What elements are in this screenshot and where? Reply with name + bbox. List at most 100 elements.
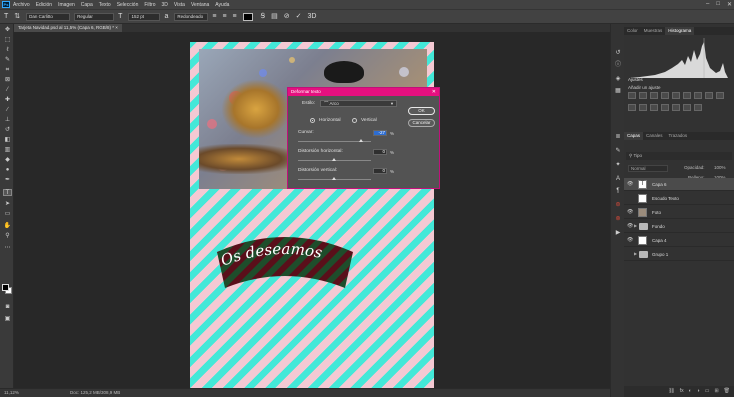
v-distortion-slider-thumb[interactable]: [332, 177, 336, 180]
quick-mask-icon[interactable]: ◙: [3, 304, 12, 311]
warp-text-icon[interactable]: Ꞩ: [261, 13, 265, 21]
document-tab[interactable]: Tarjeta Navidad.psd al 11,5% (Capa 6, RG…: [14, 24, 122, 32]
new-layer-icon[interactable]: ⊞: [714, 386, 718, 397]
style-select[interactable]: ⌒ Arco ▼: [320, 100, 397, 107]
blur-tool-icon[interactable]: ◆: [3, 157, 12, 164]
menu-item-imagen[interactable]: Imagen: [58, 2, 75, 8]
text-color-swatch[interactable]: [242, 12, 253, 21]
menu-item-texto[interactable]: Texto: [99, 2, 111, 8]
curves-icon[interactable]: [650, 92, 658, 99]
close-button[interactable]: ✕: [727, 1, 732, 8]
menu-item-edicion[interactable]: Edición: [36, 2, 52, 8]
channel-mixer-icon[interactable]: [628, 104, 636, 111]
new-group-icon[interactable]: ▭: [705, 386, 710, 397]
invert-icon[interactable]: [650, 104, 658, 111]
color-lookup-icon[interactable]: [639, 104, 647, 111]
chevron-right-icon[interactable]: ▶: [634, 223, 637, 228]
history-icon[interactable]: ↺: [614, 50, 622, 57]
paragraph-icon[interactable]: ¶: [614, 188, 622, 195]
hand-tool-icon[interactable]: ✋: [3, 223, 12, 230]
tab-trazados[interactable]: Trazados: [666, 132, 691, 140]
selective-color-icon[interactable]: [694, 104, 702, 111]
frame-tool-icon[interactable]: ⊠: [3, 77, 12, 84]
tab-muestras[interactable]: Muestras: [641, 27, 666, 35]
exposure-icon[interactable]: [661, 92, 669, 99]
screen-mode-icon[interactable]: ▣: [3, 316, 12, 323]
character-icon[interactable]: A: [614, 176, 622, 183]
menu-item-ventana[interactable]: Ventana: [191, 2, 209, 8]
glyphs-icon[interactable]: ▦: [614, 88, 622, 95]
opacity-value[interactable]: 100%: [714, 165, 726, 170]
brush-tool-icon[interactable]: ∕: [3, 107, 12, 114]
layer-row-grupo-1[interactable]: ▶ Grupo 1: [624, 248, 734, 261]
move-tool-icon[interactable]: ✥: [3, 27, 12, 34]
visibility-eye-icon[interactable]: 👁: [627, 209, 633, 215]
tab-histograma[interactable]: Histograma: [665, 27, 695, 35]
actions-icon[interactable]: ▶: [614, 230, 622, 237]
posterize-icon[interactable]: [661, 104, 669, 111]
h-distortion-input[interactable]: 0: [373, 149, 387, 155]
marquee-tool-icon[interactable]: ⬚: [3, 37, 12, 44]
document-info[interactable]: Doc: 125,2 MB/308,9 MB: [70, 389, 120, 397]
menu-item-capa[interactable]: Capa: [81, 2, 93, 8]
adobe-stock-icon[interactable]: ⊜: [614, 202, 622, 209]
tab-color[interactable]: Color: [624, 27, 641, 35]
menu-item-3d[interactable]: 3D: [162, 2, 168, 8]
menu-item-filtro[interactable]: Filtro: [144, 2, 155, 8]
layer-style-icon[interactable]: fx: [680, 386, 684, 397]
black-white-icon[interactable]: [705, 92, 713, 99]
gradient-map-icon[interactable]: [683, 104, 691, 111]
brushes-icon[interactable]: ✦: [614, 162, 622, 169]
layer-row-fondo[interactable]: 👁 ▶ Fondo: [624, 220, 734, 233]
dialog-close-icon[interactable]: ✕: [432, 88, 436, 96]
layer-filter-select[interactable]: ⚲ Tipo: [626, 152, 732, 160]
align-left-icon[interactable]: ≡: [212, 13, 216, 21]
visibility-eye-icon[interactable]: 👁: [627, 223, 633, 229]
hue-saturation-icon[interactable]: [683, 92, 691, 99]
eraser-tool-icon[interactable]: ◧: [3, 137, 12, 144]
threshold-icon[interactable]: [672, 104, 680, 111]
history-brush-tool-icon[interactable]: ↺: [3, 127, 12, 134]
color-swatches[interactable]: [2, 284, 12, 294]
delete-layer-icon[interactable]: 🗑: [724, 386, 730, 397]
type-tool-preset-icon[interactable]: T: [4, 13, 8, 21]
layer-row-capa-4[interactable]: 👁 Capa 4: [624, 234, 734, 247]
foreground-color-swatch[interactable]: [2, 284, 9, 291]
rectangle-tool-icon[interactable]: ▭: [3, 211, 12, 218]
more-tools-icon[interactable]: ⋯: [3, 245, 12, 252]
align-center-icon[interactable]: ≡: [222, 13, 226, 21]
vibrance-icon[interactable]: [672, 92, 680, 99]
tab-canales[interactable]: Canales: [643, 132, 666, 140]
toggle-orientation-icon[interactable]: ⇅: [14, 13, 20, 21]
vertical-radio[interactable]: [352, 118, 357, 123]
bend-slider-thumb[interactable]: [359, 139, 363, 142]
photo-filter-icon[interactable]: [716, 92, 724, 99]
layer-row-foto[interactable]: 👁 Foto: [624, 206, 734, 219]
add-mask-icon[interactable]: ◐: [689, 386, 692, 397]
crop-tool-icon[interactable]: ⌗: [3, 67, 12, 74]
maximize-button[interactable]: □: [716, 1, 720, 8]
path-select-tool-icon[interactable]: ➤: [3, 201, 12, 208]
character-panel-icon[interactable]: ▤: [271, 13, 278, 21]
healing-brush-tool-icon[interactable]: ✚: [3, 97, 12, 104]
cancel-edit-icon[interactable]: ⊘: [284, 13, 290, 21]
horizontal-radio[interactable]: [310, 118, 315, 123]
zoom-level[interactable]: 11,12%: [4, 389, 19, 397]
blend-mode-select[interactable]: Normal: [628, 165, 668, 172]
font-family-select[interactable]: Dan Carlitto: [26, 12, 71, 21]
tab-capas[interactable]: Capas: [624, 132, 644, 140]
dodge-tool-icon[interactable]: ●: [3, 167, 12, 174]
menu-item-archivo[interactable]: Archivo: [13, 2, 30, 8]
bend-input[interactable]: -27: [373, 130, 387, 136]
layer-comps-icon[interactable]: ✎: [614, 148, 622, 155]
bend-slider[interactable]: [298, 139, 371, 142]
font-style-select[interactable]: Regular: [74, 12, 115, 21]
levels-icon[interactable]: [639, 92, 647, 99]
v-distortion-slider[interactable]: [298, 177, 371, 180]
align-right-icon[interactable]: ≡: [233, 13, 237, 21]
h-distortion-slider-thumb[interactable]: [332, 158, 336, 161]
link-layers-icon[interactable]: ⛓: [668, 386, 674, 397]
type-tool-icon[interactable]: T: [3, 189, 12, 196]
color-balance-icon[interactable]: [694, 92, 702, 99]
stamp-tool-icon[interactable]: ⊥: [3, 117, 12, 124]
